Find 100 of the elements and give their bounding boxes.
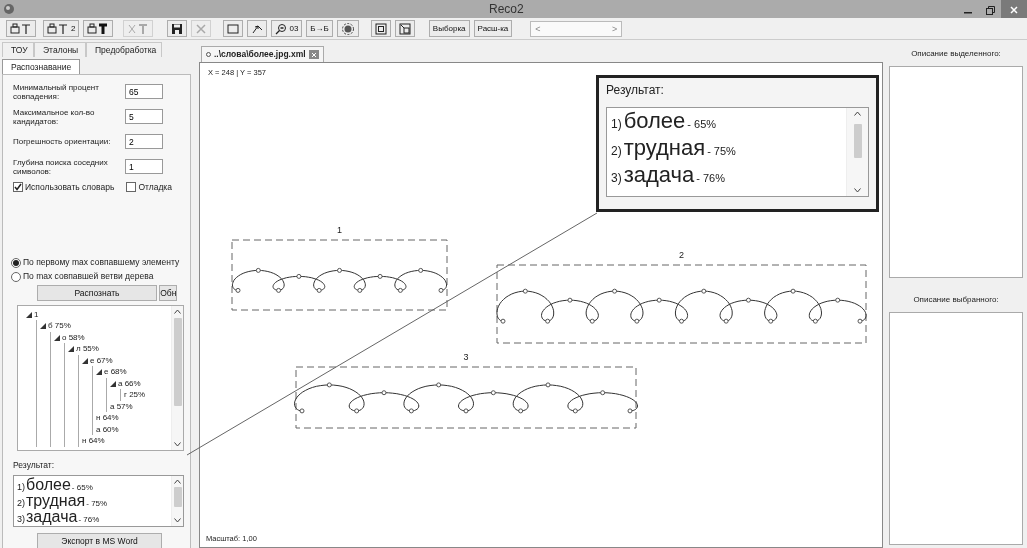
scroll-left-button[interactable]: < bbox=[531, 21, 545, 36]
tab-label: ..\слова\более.jpg.xml bbox=[214, 48, 306, 61]
printer-t-icon bbox=[87, 22, 110, 35]
result-number: 3) bbox=[611, 172, 622, 184]
tree-item[interactable]: б 75% bbox=[48, 320, 71, 332]
tree-item[interactable]: о 58% bbox=[62, 331, 85, 344]
radio-label: По max совпавшей ветви дерева bbox=[23, 270, 154, 284]
scrollbar[interactable] bbox=[846, 108, 868, 196]
result-score: - 75% bbox=[707, 146, 736, 157]
result-score: - 65% bbox=[71, 483, 93, 492]
scroll-down-icon[interactable] bbox=[174, 441, 181, 447]
scroll-up-icon[interactable] bbox=[174, 478, 181, 484]
panel-tab[interactable]: ТОУ bbox=[2, 42, 34, 57]
tree-item[interactable]: л 55% bbox=[76, 343, 99, 355]
panel-tab[interactable]: Распознавание bbox=[2, 59, 81, 74]
selection-frame[interactable] bbox=[496, 264, 867, 344]
result-word: трудная bbox=[623, 137, 706, 159]
zoom-icon bbox=[275, 22, 288, 35]
scroll-right-button[interactable]: > bbox=[608, 21, 622, 36]
toolbar-button[interactable]: 03 bbox=[271, 20, 303, 37]
scroll-thumb[interactable] bbox=[853, 124, 862, 158]
scroll-up-icon[interactable] bbox=[854, 111, 861, 116]
tree-item[interactable]: е 68% bbox=[104, 366, 127, 378]
toolbar-button[interactable] bbox=[247, 20, 268, 37]
result-number: 1) bbox=[17, 482, 25, 492]
tree-item[interactable]: 1 bbox=[34, 308, 39, 321]
result-word: задача bbox=[623, 164, 695, 186]
window-title: Reco2 bbox=[489, 1, 524, 18]
field-label: Минимальный процент совпадения: bbox=[13, 82, 100, 101]
selection-frame[interactable] bbox=[231, 239, 448, 311]
expanded-icon[interactable] bbox=[26, 311, 32, 318]
scroll-thumb[interactable] bbox=[173, 486, 182, 507]
close-tab-button[interactable] bbox=[308, 50, 319, 59]
toolbar-button[interactable]: Б→Б bbox=[306, 20, 333, 37]
result-label: Результат: bbox=[606, 82, 665, 99]
scrollbar[interactable] bbox=[171, 475, 183, 526]
word-number: 3 bbox=[463, 352, 469, 362]
tree-item[interactable]: н 64% bbox=[82, 435, 105, 447]
scroll-thumb[interactable] bbox=[173, 317, 182, 406]
result-word: более bbox=[26, 476, 71, 493]
expanded-icon[interactable] bbox=[96, 369, 102, 375]
result-number: 2) bbox=[17, 498, 25, 508]
radio-label: По первому max совпавшему элементу bbox=[23, 256, 180, 270]
toolbar-button[interactable] bbox=[394, 20, 415, 37]
selection-frame[interactable] bbox=[295, 366, 637, 429]
tree-item[interactable]: г 25% bbox=[124, 389, 146, 401]
panel-tab[interactable]: Предобработка bbox=[86, 42, 162, 57]
description-field[interactable] bbox=[889, 66, 1023, 278]
toolbar-button[interactable] bbox=[83, 20, 114, 37]
expanded-icon[interactable] bbox=[82, 357, 88, 364]
expanded-icon[interactable] bbox=[68, 346, 74, 352]
radio-button[interactable] bbox=[11, 271, 21, 282]
scroll-down-icon[interactable] bbox=[174, 517, 181, 523]
result-score: - 75% bbox=[86, 499, 108, 508]
panel-tab[interactable]: Эталоны bbox=[34, 42, 86, 57]
toolbar-button[interactable]: 2 bbox=[43, 20, 80, 37]
result-score: - 76% bbox=[696, 173, 726, 184]
expanded-icon[interactable] bbox=[54, 334, 60, 341]
printer-t-icon bbox=[47, 22, 69, 35]
input-field[interactable]: 2 bbox=[125, 134, 163, 149]
expanded-icon[interactable] bbox=[40, 323, 46, 329]
save-icon bbox=[171, 22, 184, 35]
field-label: Максимальное кол-во кандидатов: bbox=[13, 107, 96, 126]
toolbar-button[interactable]: Расш-ка bbox=[473, 20, 513, 37]
recognize-button[interactable]: Распознать bbox=[37, 284, 157, 301]
toolbar-button[interactable] bbox=[370, 20, 391, 37]
description-field[interactable] bbox=[889, 312, 1023, 545]
app-icon bbox=[3, 3, 15, 15]
toolbar-button[interactable]: Выборка bbox=[428, 20, 470, 37]
cross-icon bbox=[195, 22, 208, 35]
checkbox-label: Использовать словарь bbox=[25, 181, 115, 194]
input-field[interactable]: 65 bbox=[125, 84, 163, 99]
result-word: задача bbox=[26, 508, 78, 525]
pin-icon bbox=[206, 52, 211, 57]
radio-button[interactable] bbox=[11, 257, 21, 268]
toolbar-button[interactable] bbox=[336, 20, 359, 37]
tree-item[interactable]: н 64% bbox=[96, 412, 119, 424]
close-button[interactable] bbox=[1001, 0, 1027, 18]
input-field[interactable]: 1 bbox=[125, 159, 163, 174]
document-tab[interactable]: ..\слова\более.jpg.xml bbox=[201, 46, 324, 62]
description-label: Описание выделенного: bbox=[910, 48, 1002, 60]
tree-item[interactable]: е 67% bbox=[90, 354, 113, 367]
printer-t-icon bbox=[10, 22, 32, 35]
scroll-up-icon[interactable] bbox=[174, 308, 181, 314]
expanded-icon[interactable] bbox=[110, 380, 116, 387]
input-field[interactable]: 5 bbox=[125, 109, 163, 124]
tree-item[interactable]: а 60% bbox=[96, 423, 119, 436]
result-word: трудная bbox=[26, 492, 86, 509]
checkbox-label: Отладка bbox=[138, 181, 172, 194]
export-button[interactable]: Экспорт в MS Word bbox=[37, 532, 162, 548]
arrow-icon bbox=[251, 22, 264, 35]
checkbox[interactable] bbox=[126, 182, 137, 193]
toolbar-button[interactable] bbox=[6, 20, 36, 37]
checkbox[interactable] bbox=[13, 182, 23, 193]
scrollbar[interactable] bbox=[171, 305, 183, 450]
scroll-down-icon[interactable] bbox=[854, 188, 861, 193]
toolbar-button[interactable] bbox=[167, 20, 188, 37]
tree-item[interactable]: а 66% bbox=[118, 377, 141, 390]
refresh-button[interactable]: Обн bbox=[159, 284, 178, 301]
tree-item[interactable]: а 57% bbox=[110, 400, 133, 413]
